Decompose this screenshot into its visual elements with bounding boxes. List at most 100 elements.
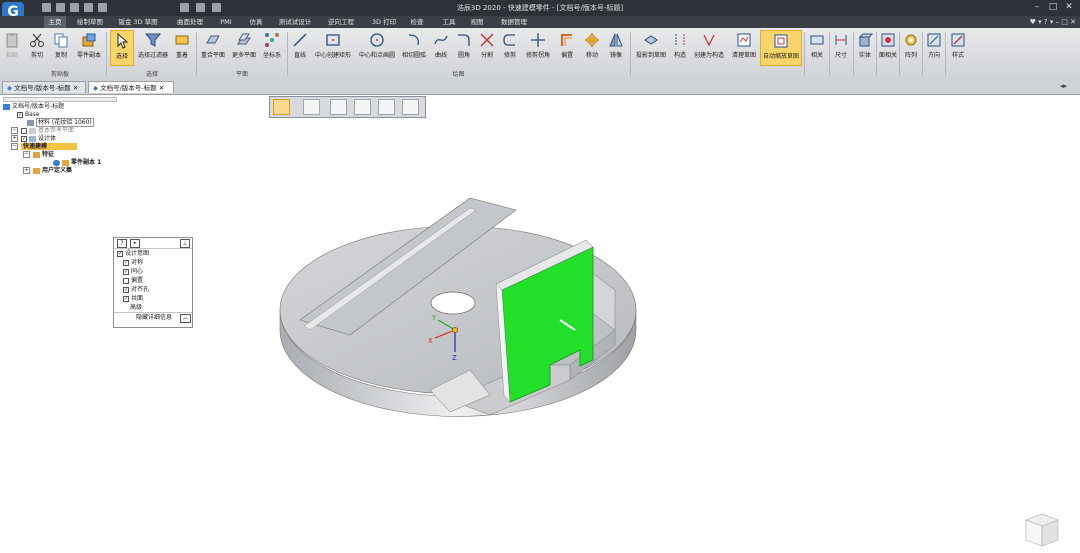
collapse-icon[interactable]: ︽ xyxy=(180,314,191,323)
tab-data[interactable]: 数据管理 xyxy=(496,16,532,28)
option-aligned-holes[interactable]: ✓ 对齐孔 xyxy=(114,285,192,294)
checkbox[interactable]: ✓ xyxy=(123,286,129,293)
tab-reverse[interactable]: 逆向工程 xyxy=(324,16,358,28)
tree-root[interactable]: 文档号/版本号-标题 xyxy=(3,103,143,111)
select-filter-button[interactable]: 选择过滤器 xyxy=(137,30,169,66)
checkbox[interactable]: ✓ xyxy=(17,111,23,118)
checkbox[interactable] xyxy=(123,277,129,284)
center-rectangle-button[interactable]: 中心创建矩形 xyxy=(312,30,354,66)
rotate-face-icon[interactable] xyxy=(378,99,395,115)
help-icon[interactable]: ? xyxy=(117,239,127,248)
project-to-sketch-button[interactable]: 投影到草图 xyxy=(634,30,668,66)
select-mode-icon[interactable] xyxy=(273,99,290,115)
orientation-button[interactable]: 方向 xyxy=(924,30,944,66)
coordinate-system-button[interactable]: 坐标系 xyxy=(261,30,283,66)
undo-icon[interactable] xyxy=(84,3,93,12)
tab-generative[interactable]: 测试试设计 xyxy=(274,16,316,28)
mirror-button[interactable]: 镜像 xyxy=(606,30,626,66)
pin-icon[interactable]: ⊥ xyxy=(180,239,190,248)
clean-sketch-button[interactable]: 清理草图 xyxy=(729,30,759,66)
tab-3dprint[interactable]: 3D 打印 xyxy=(366,16,402,28)
view-cube[interactable] xyxy=(1018,510,1062,550)
part-copy-button[interactable]: 零件副本 xyxy=(75,30,103,66)
fillet-button[interactable]: 圆角 xyxy=(454,30,474,66)
tree-item-design-body[interactable]: + ✓ 设计体 xyxy=(3,135,143,143)
tree-item-features[interactable]: − 特征 xyxy=(3,151,143,159)
option-coplanar[interactable]: ✓ 共面 xyxy=(114,294,192,303)
tree-item-synchronous[interactable]: − 快速建模 xyxy=(3,143,143,151)
design-intent-header[interactable]: ✓ 设计意图 xyxy=(114,249,192,258)
document-tab[interactable]: ◆ 文档号/版本号-标题 ✕ xyxy=(2,81,86,93)
tab-tools[interactable]: 工具 xyxy=(438,16,460,28)
tab-list-icon[interactable]: ◂▸ xyxy=(1060,82,1067,90)
checkbox[interactable]: ✓ xyxy=(123,268,129,275)
maximize-button[interactable]: □ xyxy=(1046,2,1060,13)
close-button[interactable]: ✕ xyxy=(1062,2,1076,13)
option-advanced[interactable]: 高级 xyxy=(114,303,192,312)
open-icon[interactable] xyxy=(56,3,65,12)
reapply-button[interactable]: 重着 xyxy=(172,30,192,66)
checkbox[interactable]: ✓ xyxy=(117,250,123,257)
redo-icon[interactable] xyxy=(98,3,107,12)
tree-item-user-sets[interactable]: + 用户定义集 xyxy=(3,167,143,175)
dimension-button[interactable]: 尺寸 xyxy=(831,30,851,66)
relate-button[interactable]: 相关 xyxy=(807,30,827,66)
copy-face-icon[interactable] xyxy=(330,99,347,115)
tab-inspect[interactable]: 检查 xyxy=(406,16,428,28)
auto-scale-sketch-button[interactable]: 自动缩放草图 xyxy=(760,30,802,66)
checkbox[interactable] xyxy=(21,127,27,134)
create-construction-button[interactable]: 创建为构造 xyxy=(692,30,726,66)
checkbox[interactable]: ✓ xyxy=(21,135,27,142)
expand-icon[interactable]: + xyxy=(11,127,18,134)
cut-button[interactable]: 剪切 xyxy=(27,30,47,66)
option-concentric[interactable]: ✓ 同心 xyxy=(114,267,192,276)
expand-icon[interactable]: − xyxy=(23,151,30,158)
properties-icon[interactable] xyxy=(196,3,205,12)
extrude-icon[interactable] xyxy=(303,99,320,115)
pattern-button[interactable]: 阵列 xyxy=(901,30,921,66)
curve-button[interactable]: 曲线 xyxy=(431,30,451,66)
coincident-plane-button[interactable]: 重合平面 xyxy=(200,30,226,66)
tab-simulation[interactable]: 仿真 xyxy=(244,16,268,28)
expand-icon[interactable]: + xyxy=(23,167,30,174)
option-offset[interactable]: 偏置 xyxy=(114,276,192,285)
tab-surface[interactable]: 曲面处理 xyxy=(172,16,208,28)
move-button[interactable]: 移动 xyxy=(581,30,603,66)
tree-item-material[interactable]: 材料 (花纹铝 1060) xyxy=(3,118,143,127)
tab-pmi[interactable]: PMI xyxy=(216,16,236,28)
tab-sketch[interactable]: 绘制草图 xyxy=(74,16,106,28)
checkbox[interactable]: ✓ xyxy=(123,295,129,302)
center-circle-button[interactable]: 中心和点画圆 xyxy=(357,30,397,66)
style-button[interactable]: 样式 xyxy=(947,30,969,66)
more-planes-button[interactable]: 更多平面 xyxy=(229,30,259,66)
document-tab-active[interactable]: ◆ 文档号/版本号-标题 ✕ xyxy=(88,81,174,93)
trim-corner-button[interactable]: 修剪拐角 xyxy=(523,30,553,66)
tab-home[interactable]: 主页 xyxy=(44,16,66,28)
select-button[interactable]: 选择 xyxy=(110,30,134,66)
paste-button[interactable]: 粘贴 xyxy=(3,30,21,66)
play-icon[interactable]: ▸ xyxy=(130,239,140,248)
tab-sheetmetal[interactable]: 钣金 3D 草图 xyxy=(114,16,162,28)
solid-button[interactable]: 实体 xyxy=(855,30,875,66)
checkbox[interactable]: ✓ xyxy=(123,259,129,266)
pathfinder-scrollbar[interactable] xyxy=(3,97,117,102)
move-face-icon[interactable] xyxy=(354,99,371,115)
tree-item-reference-planes[interactable]: + 基本参考平面 xyxy=(3,127,143,135)
help-icons[interactable]: ♥ ▾ ? ▾ – □ ✕ xyxy=(1030,16,1076,28)
hide-details-link[interactable]: 隐藏详细信息 xyxy=(136,313,172,323)
tangent-arc-button[interactable]: 相切圆弧 xyxy=(400,30,428,66)
close-tab-icon[interactable]: ✕ xyxy=(157,84,164,92)
close-tab-icon[interactable]: ✕ xyxy=(71,84,78,92)
option-symmetric[interactable]: ✓ 对称 xyxy=(114,258,192,267)
tab-view[interactable]: 视图 xyxy=(466,16,488,28)
trim-button[interactable]: 修剪 xyxy=(500,30,520,66)
tree-item-part-copy[interactable]: 零件副本 1 xyxy=(3,159,143,167)
line-button[interactable]: 直线 xyxy=(291,30,309,66)
new-icon[interactable] xyxy=(42,3,51,12)
save-icon[interactable] xyxy=(70,3,79,12)
face-relate-button[interactable]: 面相关 xyxy=(878,30,898,66)
split-button[interactable]: 分割 xyxy=(477,30,497,66)
model-viewport[interactable]: X Z Y xyxy=(270,180,650,440)
settings-icon[interactable] xyxy=(402,99,419,115)
expand-icon[interactable]: + xyxy=(11,135,18,142)
